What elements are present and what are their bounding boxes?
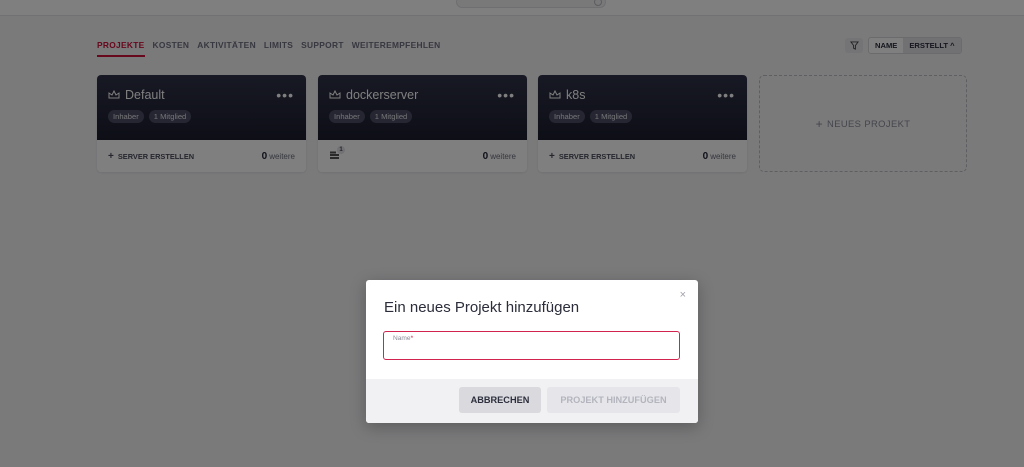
dialog-title: Ein neues Projekt hinzufügen bbox=[384, 299, 580, 316]
required-marker: * bbox=[410, 335, 414, 342]
dialog-footer: ABBRECHEN PROJEKT HINZUFÜGEN bbox=[366, 379, 698, 423]
field-label: Name* bbox=[393, 335, 413, 342]
close-icon[interactable]: × bbox=[680, 289, 686, 301]
add-project-button[interactable]: PROJEKT HINZUFÜGEN bbox=[547, 387, 680, 413]
add-project-dialog: Ein neues Projekt hinzufügen × Name* ABB… bbox=[366, 280, 698, 423]
cancel-button[interactable]: ABBRECHEN bbox=[459, 387, 541, 413]
project-name-input[interactable] bbox=[393, 345, 663, 357]
project-name-field[interactable]: Name* bbox=[383, 331, 680, 360]
field-label-text: Name bbox=[393, 335, 411, 342]
